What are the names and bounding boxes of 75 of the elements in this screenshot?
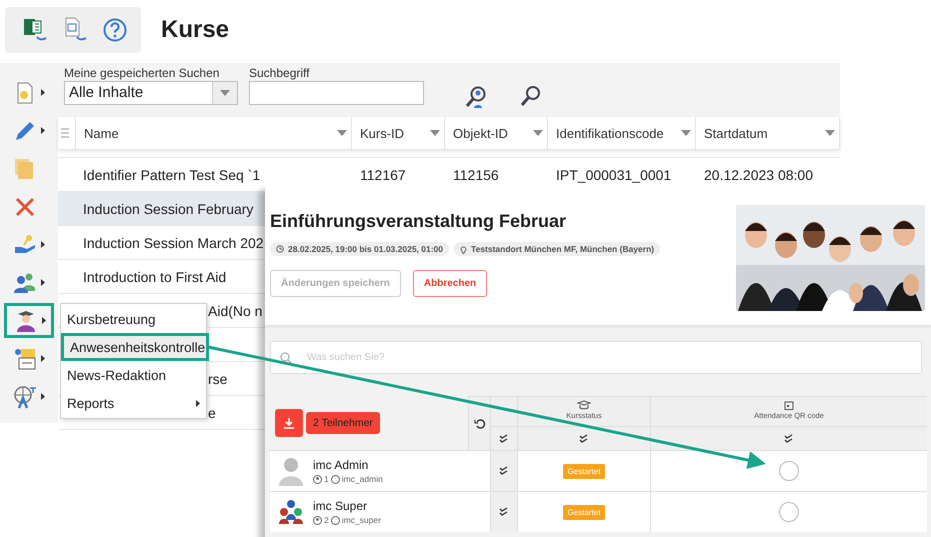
table-cell-text: 112167 [359,166,407,182]
user-circle-icon [313,474,322,484]
double-check-icon [499,507,509,517]
menu-item[interactable]: Kursbetreuung [61,305,206,333]
caret-icon [220,90,230,96]
column-header[interactable]: Startdatum [696,117,840,149]
menu-item[interactable]: Reports [61,389,206,417]
attendance-toggle[interactable] [779,502,799,522]
participant-number: 2 [324,515,329,525]
table-cell: Aid(No n [208,302,262,318]
page-title: Kurse [161,16,230,44]
double-check-icon [499,466,509,476]
field-label: Suchbegriff [249,67,310,80]
menu-item[interactable]: News-Redaktion [61,361,206,389]
caret-icon [430,130,440,136]
sidebar-item[interactable] [4,303,54,338]
teacher-icon [14,308,38,332]
status-circle-icon [330,516,340,524]
users-icon [13,270,37,294]
menu-item[interactable]: Anwesenheitskontrolle [61,333,209,361]
table-cell: Introduction to First Aid [83,268,226,284]
table-cell-text: 112156 [452,166,500,182]
field-label: Meine gespeicherten Suchen [64,67,220,80]
excel-export-icon[interactable] [23,17,49,43]
location-chip: Teststandort München MF, München (Bayern) [454,242,660,256]
graduation-cap-icon [577,400,591,410]
help-icon[interactable] [103,18,127,42]
column-header[interactable]: Identifikationscode [548,117,696,149]
participant-number: 1 [324,474,329,484]
table-cell: e [208,404,216,420]
double-check-icon [579,434,589,444]
globe-translate-icon [13,384,37,408]
caret-icon [337,130,347,136]
dialog-title: Einführungsveranstaltung Februar [270,211,568,232]
search-field[interactable] [249,81,424,105]
double-check-icon [784,434,794,444]
status-badge: Gestartet [562,504,606,520]
participants-button[interactable]: 2 Teilnehmer [306,412,380,434]
search-field[interactable]: Was suchen Sie? [270,341,922,374]
drag-handle-icon [61,128,69,138]
search-icon [280,352,292,364]
saved-search-dropdown[interactable]: Alle Inhalte [64,81,238,105]
search-icon[interactable] [520,85,542,107]
status-circle-icon [330,474,340,484]
attendance-toggle[interactable] [779,461,799,481]
table-cell-text: Identifier Pattern Test Seq `1 [83,166,262,182]
status-badge: Gestartet [562,464,606,478]
user-circle-icon [313,516,322,524]
participant-login: imc_admin [342,474,383,484]
caret-icon [825,130,835,136]
undo-icon[interactable] [474,418,486,430]
user-avatar-icon [278,456,304,486]
participant-name: imc Admin [313,458,370,472]
cancel-button[interactable]: Abbrechen [412,270,488,297]
text-export-icon[interactable] [63,17,89,43]
location-pin-icon [460,244,468,254]
date-chip: 28.02.2025, 19:00 bis 01.03.2025, 01:00 [270,242,450,256]
table-cell-text: IPT_000031_0001 [555,166,672,182]
download-button[interactable] [275,409,303,437]
folder-card-icon [13,346,37,370]
table-cell: Induction Session February [83,200,254,216]
double-check-icon [499,434,509,444]
participant-name: imc Super [313,499,368,513]
column-header[interactable]: Kurs-ID [352,117,445,149]
table-cell: Induction Session March 202 [83,234,264,250]
clock-icon [276,245,284,253]
caret-icon [533,130,543,136]
users-avatar-icon [278,499,304,525]
caret-icon [681,130,691,136]
download-icon [283,417,295,429]
table-cell-text: 20.12.2023 08:00 [703,166,814,182]
column-header[interactable]: Name [76,117,352,149]
table-cell: rse [208,370,228,386]
participant-login: imc_super [342,515,381,525]
column-header[interactable]: Objekt-ID [445,117,548,149]
